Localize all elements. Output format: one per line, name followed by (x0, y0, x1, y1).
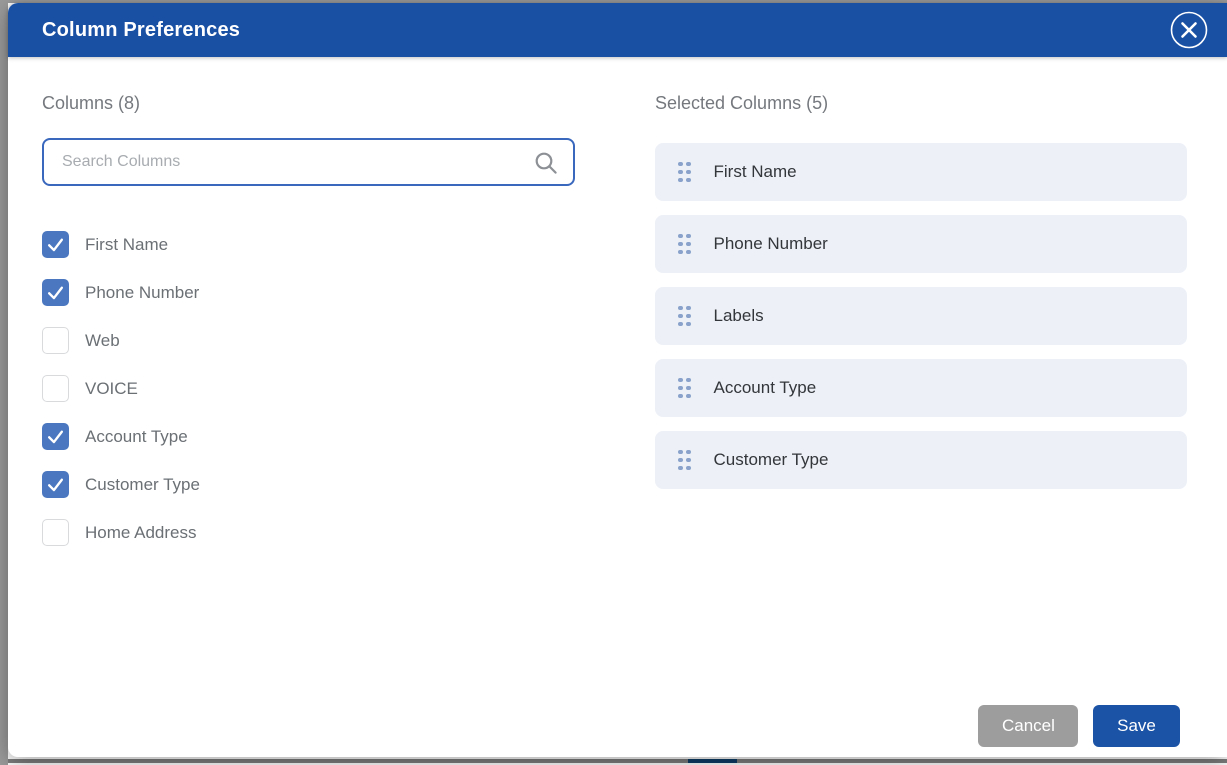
column-preferences-dialog: Column Preferences Columns (8) First (8, 3, 1227, 757)
column-checkbox-label: Home Address (85, 522, 197, 542)
drag-dot (678, 465, 683, 471)
selected-column-item[interactable]: First Name (655, 143, 1187, 201)
checkbox-checked-icon[interactable] (42, 279, 69, 306)
columns-heading: Columns (8) (42, 93, 141, 113)
selected-columns-panel: Selected Columns (5) First Name Phone Num… (655, 93, 1187, 503)
column-checkbox-label: First Name (85, 234, 169, 254)
checkbox-unchecked-icon[interactable] (42, 327, 69, 354)
checkbox-unchecked-icon[interactable] (42, 375, 69, 402)
column-checkbox-label: VOICE (85, 378, 138, 398)
dialog-footer: Cancel Save (978, 705, 1180, 747)
selected-column-label: First Name (713, 162, 797, 181)
column-checkbox-row[interactable]: Phone Number (42, 279, 575, 306)
column-checkbox-row[interactable]: Web (42, 327, 575, 354)
drag-dot (686, 249, 691, 255)
drag-dot (686, 177, 691, 183)
drag-handle-icon[interactable] (674, 230, 695, 259)
modal-overlay (0, 0, 8, 765)
drag-dot (686, 385, 691, 391)
checkbox-unchecked-icon[interactable] (42, 519, 69, 546)
checkbox-checked-icon[interactable] (42, 423, 69, 450)
search-box (42, 138, 575, 186)
columns-checkbox-list: First Name Phone Number Web VOICE Account Ty… (42, 231, 575, 546)
drag-dot (678, 449, 683, 455)
drag-dot (686, 233, 691, 239)
drag-dot (678, 249, 683, 255)
selected-column-label: Phone Number (713, 234, 828, 253)
drag-dot (686, 377, 691, 383)
drag-dot (678, 313, 683, 319)
dialog-header: Column Preferences (8, 3, 1227, 57)
close-button[interactable] (1169, 10, 1209, 50)
drag-dot (686, 169, 691, 175)
drag-dot (686, 313, 691, 319)
drag-dot (678, 305, 683, 311)
drag-dot (678, 377, 683, 383)
column-checkbox-row[interactable]: Account Type (42, 423, 575, 450)
drag-dot (678, 241, 683, 247)
drag-dot (678, 177, 683, 183)
selected-column-item[interactable]: Account Type (655, 359, 1187, 417)
dialog-title: Column Preferences (42, 18, 241, 41)
drag-dot (686, 457, 691, 463)
drag-handle-icon[interactable] (674, 302, 695, 331)
search-input[interactable] (44, 153, 573, 171)
drag-dot (678, 321, 683, 327)
selected-columns-list: First Name Phone Number Labels Account Type… (655, 143, 1187, 489)
selected-column-label: Customer Type (713, 450, 829, 469)
drag-dot (686, 393, 691, 399)
column-checkbox-label: Customer Type (85, 474, 200, 494)
cancel-button[interactable]: Cancel (978, 705, 1078, 747)
selected-column-item[interactable]: Customer Type (655, 431, 1187, 489)
selected-column-item[interactable]: Phone Number (655, 215, 1187, 273)
selected-columns-heading: Selected Columns (5) (655, 93, 829, 113)
checkbox-checked-icon[interactable] (42, 231, 69, 258)
available-columns-panel: Columns (8) First Name Phone Number Web VOI… (42, 93, 575, 567)
drag-dot (678, 385, 683, 391)
column-checkbox-row[interactable]: VOICE (42, 375, 575, 402)
column-checkbox-row[interactable]: Home Address (42, 519, 575, 546)
selected-column-label: Labels (713, 306, 764, 325)
drag-handle-icon[interactable] (674, 446, 695, 475)
close-icon (1169, 10, 1209, 50)
page-behind-divider (0, 759, 1227, 763)
drag-dot (678, 457, 683, 463)
drag-handle-icon[interactable] (674, 374, 695, 403)
selected-column-item[interactable]: Labels (655, 287, 1187, 345)
column-checkbox-label: Web (85, 330, 120, 350)
column-checkbox-row[interactable]: First Name (42, 231, 575, 258)
drag-dot (678, 393, 683, 399)
drag-handle-icon[interactable] (674, 158, 695, 187)
page-behind-divider-accent (688, 759, 737, 763)
column-checkbox-row[interactable]: Customer Type (42, 471, 575, 498)
drag-dot (686, 305, 691, 311)
drag-dot (686, 465, 691, 471)
drag-dot (678, 169, 683, 175)
column-checkbox-label: Account Type (85, 426, 188, 446)
drag-dot (686, 241, 691, 247)
checkbox-checked-icon[interactable] (42, 471, 69, 498)
drag-dot (678, 233, 683, 239)
drag-dot (686, 321, 691, 327)
drag-dot (686, 449, 691, 455)
save-button[interactable]: Save (1093, 705, 1180, 747)
drag-dot (678, 161, 683, 167)
selected-column-label: Account Type (713, 378, 817, 397)
drag-dot (686, 161, 691, 167)
column-checkbox-label: Phone Number (85, 282, 200, 302)
search-icon (533, 150, 559, 176)
